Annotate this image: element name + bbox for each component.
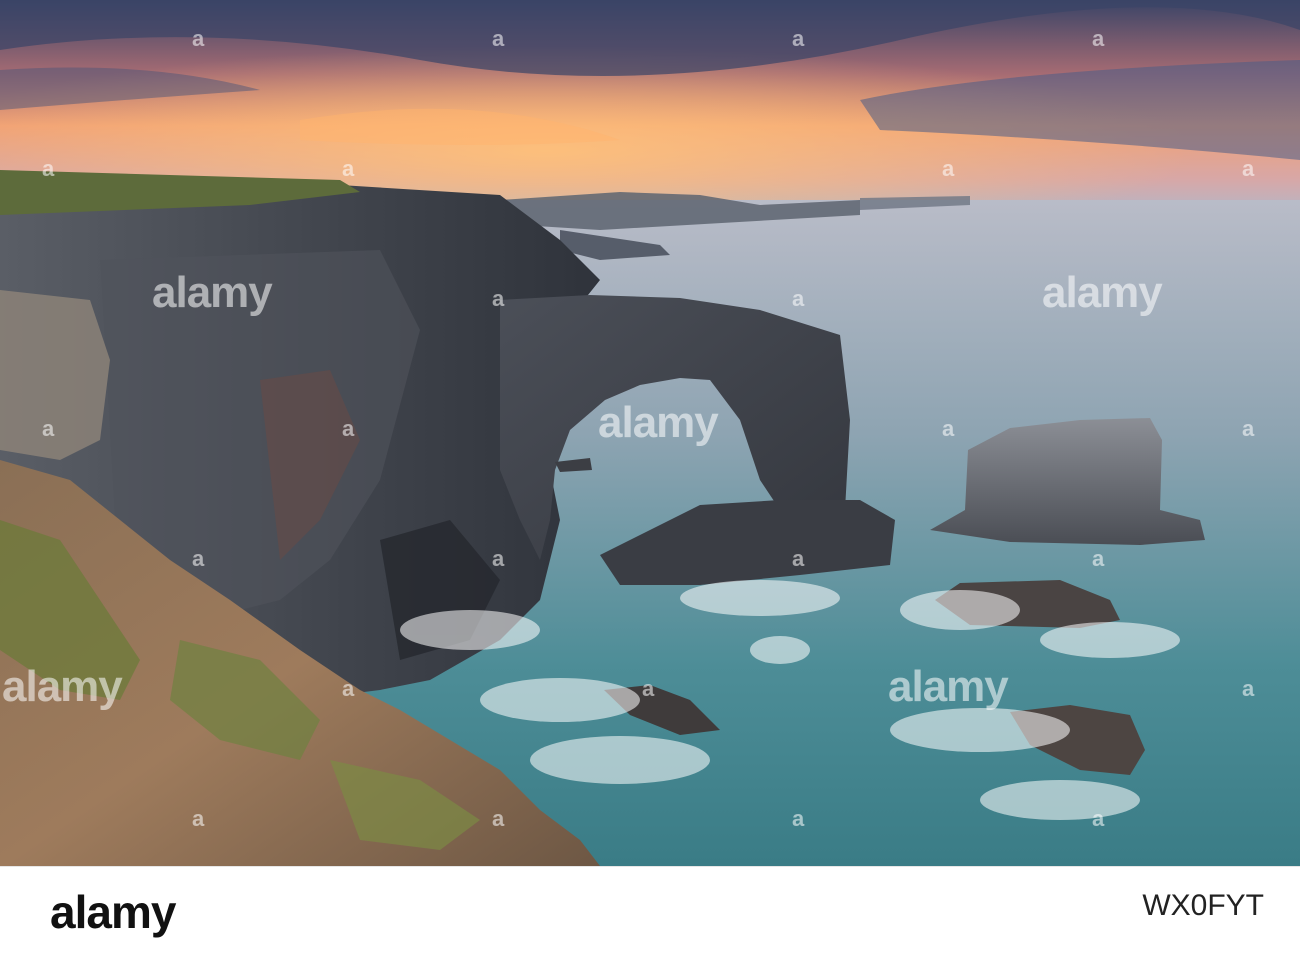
footer-bar: alamy WX0FYT [0, 866, 1300, 957]
image-id: WX0FYT [1142, 889, 1264, 922]
alamy-logo[interactable]: alamy [50, 885, 176, 939]
photo: alamy alamy alamy alamy alamy a a a a a … [0, 0, 1300, 866]
coastal-arch-photo [0, 0, 1300, 866]
